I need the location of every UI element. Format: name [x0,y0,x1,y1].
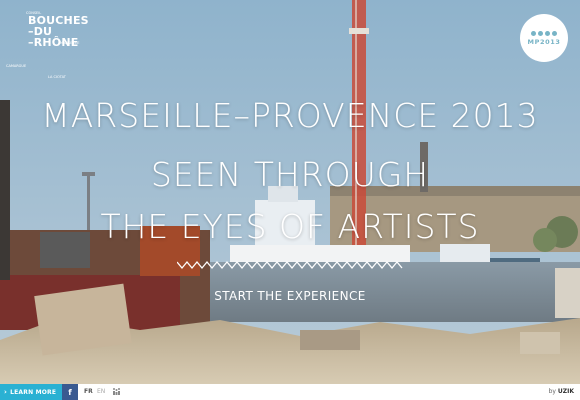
start-experience-link[interactable]: START THE EXPERIENCE [0,289,580,303]
lang-fr-link[interactable]: FR [84,388,93,395]
headline-line-3: THE EYES OF ARTISTS [100,207,480,246]
headline-line-2: SEEN THROUGH [150,155,430,194]
learn-more-button[interactable]: › LEARN MORE [0,384,62,400]
learn-more-label: LEARN MORE [10,388,57,396]
mp2013-logo-text: MP2013 [527,37,561,46]
facebook-icon: f [68,387,72,397]
credit-link[interactable]: by UZIK [549,388,574,395]
headline-line-1: MARSEILLE–PROVENCE 2013 [41,96,539,135]
mp2013-logo[interactable]: MP2013 [520,14,568,62]
credit-prefix: by [548,388,556,395]
accessibility-icon[interactable] [112,387,121,397]
logo-small-bottom: LA CIOTAT [48,75,66,79]
credit-brand: UZIK [557,388,574,395]
mp2013-dots-icon [531,30,557,36]
logo-small-left: CAMARGUE [6,64,27,68]
bouches-du-rhone-logo[interactable]: CONSEIL BOUCHES –DU MARSEILLE –RHÔNE CAM… [6,11,89,79]
zigzag-divider [177,260,403,270]
facebook-button[interactable]: f [62,384,78,400]
chevron-right-icon: › [4,388,8,396]
logo-small-top: CONSEIL [26,11,42,15]
bottom-bar: › LEARN MORE f FR EN by UZIK [0,384,580,400]
start-experience-label[interactable]: START THE EXPERIENCE [214,289,366,303]
logo-small-mid: MARSEILLE [60,41,80,45]
lang-en-link[interactable]: EN [97,388,105,395]
